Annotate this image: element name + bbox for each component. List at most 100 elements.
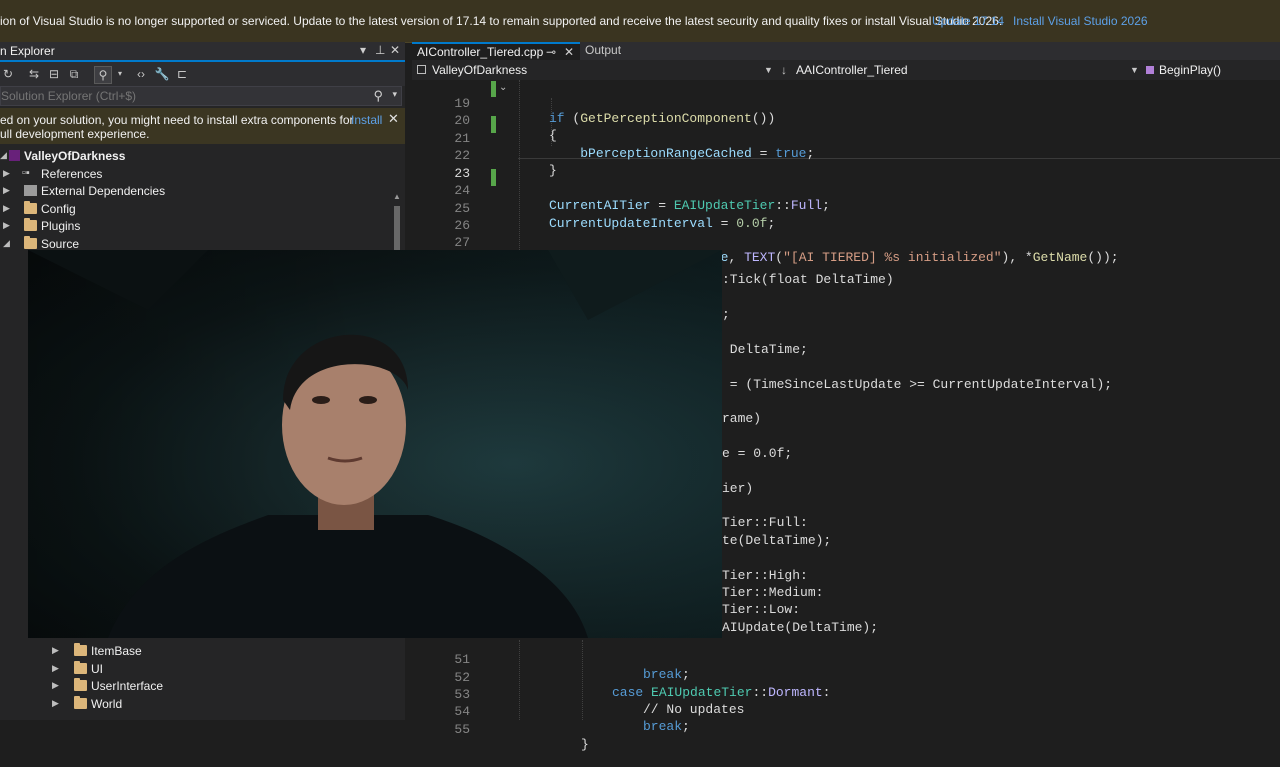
- tree-item-world[interactable]: ▶ World: [0, 696, 390, 713]
- code-text: ;: [722, 307, 730, 322]
- tree-item-label: ItemBase: [91, 644, 142, 658]
- view-code-icon[interactable]: ‹›: [133, 66, 149, 82]
- tree-item-config[interactable]: ▶ Config: [0, 201, 390, 218]
- code-line: 55 }: [412, 707, 1280, 752]
- code-line: Tier::Medium:: [722, 585, 1280, 602]
- close-banner-icon[interactable]: ✕: [388, 111, 399, 127]
- collapse-all-icon[interactable]: ⊟: [46, 66, 62, 82]
- collapse-arrow-icon[interactable]: ◢: [3, 238, 10, 249]
- expand-arrow-icon[interactable]: ▶: [52, 698, 59, 709]
- expand-arrow-icon[interactable]: ▶: [3, 220, 10, 231]
- preview-icon[interactable]: ⊏: [174, 66, 190, 82]
- tree-item-solution[interactable]: ◢ ValleyOfDarkness: [0, 148, 390, 165]
- code-line: 22 }: [412, 133, 1280, 178]
- sync-icon[interactable]: ↻: [0, 66, 16, 82]
- tree-item-itembase[interactable]: ▶ ItemBase: [0, 643, 390, 660]
- install-components-link[interactable]: Install: [351, 113, 382, 127]
- member-dropdown-value: BeginPlay(): [1159, 63, 1222, 77]
- code-text: :Tick(float DeltaTime): [722, 272, 894, 287]
- scope-icon: ↓: [781, 63, 787, 77]
- folder-icon: [74, 661, 87, 674]
- code-text: Tier::Low:: [722, 602, 801, 617]
- update-link[interactable]: Update 17.14: [932, 14, 1004, 28]
- panel-menu-icon[interactable]: ▾: [360, 43, 366, 57]
- code-line: Tier::Full:: [722, 515, 1280, 532]
- line-number: 55: [454, 722, 470, 737]
- ceiling-corner-shape: [28, 250, 208, 310]
- project-dropdown-value: ValleyOfDarkness: [432, 63, 528, 77]
- folder-icon: [74, 696, 87, 709]
- show-all-files-icon[interactable]: ⧉: [66, 66, 82, 82]
- search-options-icon[interactable]: ▾: [392, 89, 397, 100]
- expand-arrow-icon[interactable]: ▶: [52, 645, 59, 656]
- update-message: ion of Visual Studio is no longer suppor…: [0, 14, 1003, 28]
- properties-icon[interactable]: 🔧: [154, 66, 170, 82]
- filter-icon[interactable]: ⚲: [94, 66, 112, 84]
- code-line: DeltaTime;: [722, 342, 1280, 359]
- tree-item-ui[interactable]: ▶ UI: [0, 661, 390, 678]
- missing-components-banner: ed on your solution, you might need to i…: [0, 108, 405, 144]
- code-line: 23: [412, 151, 1280, 181]
- folder-icon: [74, 678, 87, 691]
- code-line: :Tick(float DeltaTime): [722, 272, 1280, 289]
- expand-arrow-icon[interactable]: ▶: [52, 663, 59, 674]
- code-text: Tier::Full:: [722, 515, 808, 530]
- solution-explorer-titlebar: n Explorer ▾ ⊥ ✕: [0, 42, 405, 62]
- filter-dropdown-icon[interactable]: ▾: [112, 66, 128, 82]
- code-line: 26: [412, 203, 1280, 233]
- code-line: AIUpdate(DeltaTime);: [722, 620, 1280, 637]
- switch-views-icon[interactable]: ⇆: [26, 66, 42, 82]
- tab-aicontroller-tiered-cpp[interactable]: AIController_Tiered.cpp ⊸ ✕: [412, 42, 580, 60]
- code-line: 25 CurrentUpdateInterval = 0.0f;: [412, 186, 1280, 231]
- pin-tab-icon[interactable]: ⊸: [546, 44, 556, 60]
- expand-arrow-icon[interactable]: ▶: [3, 168, 10, 179]
- close-panel-icon[interactable]: ✕: [390, 43, 400, 57]
- tree-item-label: Source: [41, 237, 80, 251]
- code-line: = (TimeSinceLastUpdate >= CurrentUpdateI…: [722, 377, 1280, 394]
- project-dropdown[interactable]: ValleyOfDarkness ▼: [412, 60, 774, 80]
- close-tab-icon[interactable]: ✕: [564, 44, 574, 60]
- solution-search-input[interactable]: [1, 88, 371, 104]
- tree-item-external-dependencies[interactable]: ▶ External Dependencies: [0, 183, 390, 200]
- solution-search-box[interactable]: ⚲ ▾: [0, 86, 402, 106]
- folder-icon: [24, 201, 37, 214]
- banner-text-line2: ull development experience.: [0, 127, 150, 141]
- tree-item-userinterface[interactable]: ▶ UserInterface: [0, 678, 390, 695]
- expand-arrow-icon[interactable]: ▶: [52, 680, 59, 691]
- pin-icon[interactable]: ⊥: [375, 43, 385, 57]
- code-line: ier): [722, 481, 1280, 498]
- member-dropdown[interactable]: BeginPlay(): [1144, 60, 1280, 80]
- tab-label: AIController_Tiered.cpp: [417, 45, 544, 59]
- eye-shape: [359, 396, 377, 404]
- update-info-bar: ion of Visual Studio is no longer suppor…: [0, 0, 1280, 43]
- solution-icon: [9, 150, 20, 161]
- code-line: Tier::Low:: [722, 602, 1280, 619]
- code-text: Tier::High:: [722, 568, 808, 583]
- tree-item-references[interactable]: ▶ ▫▪ References: [0, 166, 390, 183]
- class-dropdown[interactable]: ↓ AAIController_Tiered ▼: [778, 60, 1140, 80]
- folder-icon: [74, 643, 87, 656]
- search-icon[interactable]: ⚲: [373, 88, 383, 104]
- eye-shape: [312, 396, 330, 404]
- tree-item-label: Plugins: [41, 219, 81, 233]
- scroll-up-icon[interactable]: ▲: [393, 192, 401, 201]
- code-line: 53 // No updates: [412, 672, 1280, 717]
- code-text: }: [581, 737, 589, 752]
- solution-explorer-title: n Explorer: [0, 44, 55, 58]
- tree-item-label: References: [41, 167, 103, 181]
- code-line: 27 UE_LOG(LogTemp, Verbose, TEXT("[AI TI…: [412, 220, 1280, 265]
- expand-arrow-icon[interactable]: ▶: [3, 203, 10, 214]
- expand-arrow-icon[interactable]: ▶: [3, 185, 10, 196]
- class-dropdown-value: AAIController_Tiered: [796, 63, 908, 77]
- install-vs-link[interactable]: Install Visual Studio 2026: [1013, 14, 1148, 28]
- folder-icon: [24, 236, 37, 249]
- code-line: 54 break;: [412, 689, 1280, 734]
- collapse-arrow-icon[interactable]: ◢: [0, 150, 7, 161]
- tree-item-label: World: [91, 697, 123, 711]
- code-text: e = 0.0f;: [722, 446, 793, 461]
- code-text: te(DeltaTime);: [722, 533, 832, 548]
- tab-output[interactable]: Output: [584, 42, 644, 60]
- code-text: = (TimeSinceLastUpdate >= CurrentUpdateI…: [722, 377, 1113, 392]
- code-line: 52 case EAIUpdateTier::Dormant:: [412, 655, 1280, 700]
- tree-item-plugins[interactable]: ▶ Plugins: [0, 218, 390, 235]
